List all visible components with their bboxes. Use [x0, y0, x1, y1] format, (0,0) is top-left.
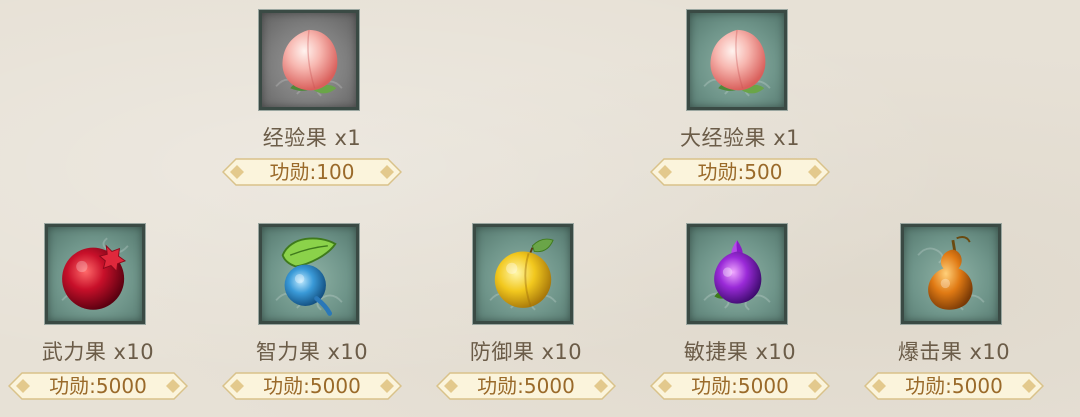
price-tag: 功勋:100	[222, 157, 402, 187]
red-pomegranate-icon	[62, 244, 127, 310]
peach-icon	[710, 29, 766, 94]
price-tag: 功勋:500	[650, 157, 830, 187]
price-label: 功勋:100	[269, 160, 355, 184]
yellow-apricot-icon	[494, 238, 554, 308]
price-tag: 功勋:5000	[864, 371, 1044, 401]
price-label: 功勋:5000	[691, 374, 789, 398]
item-name: 武力果 x10	[41, 340, 155, 364]
peach-icon	[282, 29, 338, 94]
purple-fruit-icon	[714, 240, 762, 304]
item-slot-frame[interactable]	[258, 223, 360, 325]
price-tag: 功勋:5000	[436, 371, 616, 401]
price-label: 功勋:500	[697, 160, 783, 184]
price-tag: 功勋:5000	[650, 371, 830, 401]
item-name: 防御果 x10	[469, 340, 583, 364]
item-slot-frame[interactable]	[258, 9, 360, 111]
item-slot-frame[interactable]	[900, 223, 1002, 325]
item-name: 敏捷果 x10	[683, 340, 797, 364]
item-name: 大经验果 x1	[680, 126, 800, 150]
price-label: 功勋:5000	[49, 374, 147, 398]
shop-item-defense-fruit[interactable]: 防御果 x10 功勋:5000	[431, 223, 621, 414]
price-label: 功勋:5000	[477, 374, 575, 398]
shop-item-exp-fruit[interactable]: 经验果 x1 功勋:100	[217, 9, 407, 200]
price-tag: 功勋:5000	[8, 371, 188, 401]
item-name: 智力果 x10	[255, 340, 369, 364]
shop-item-big-exp-fruit[interactable]: 大经验果 x1 功勋:500	[645, 9, 835, 200]
shop-item-intelligence-fruit[interactable]: 智力果 x10 功勋:5000	[217, 223, 407, 414]
price-label: 功勋:5000	[905, 374, 1003, 398]
item-slot-frame[interactable]	[44, 223, 146, 325]
item-slot-frame[interactable]	[686, 223, 788, 325]
shop-item-critical-fruit[interactable]: 爆击果 x10 功勋:5000	[859, 223, 1049, 414]
item-name: 经验果 x1	[262, 126, 362, 150]
item-slot-frame[interactable]	[686, 9, 788, 111]
price-tag: 功勋:5000	[222, 371, 402, 401]
blue-fruit-icon	[281, 237, 337, 316]
item-name: 爆击果 x10	[897, 340, 1011, 364]
shop-item-agility-fruit[interactable]: 敏捷果 x10 功勋:5000	[645, 223, 835, 414]
price-label: 功勋:5000	[263, 374, 361, 398]
shop-item-strength-fruit[interactable]: 武力果 x10 功勋:5000	[3, 223, 193, 414]
orange-gourd-icon	[928, 236, 973, 310]
item-slot-frame[interactable]	[472, 223, 574, 325]
